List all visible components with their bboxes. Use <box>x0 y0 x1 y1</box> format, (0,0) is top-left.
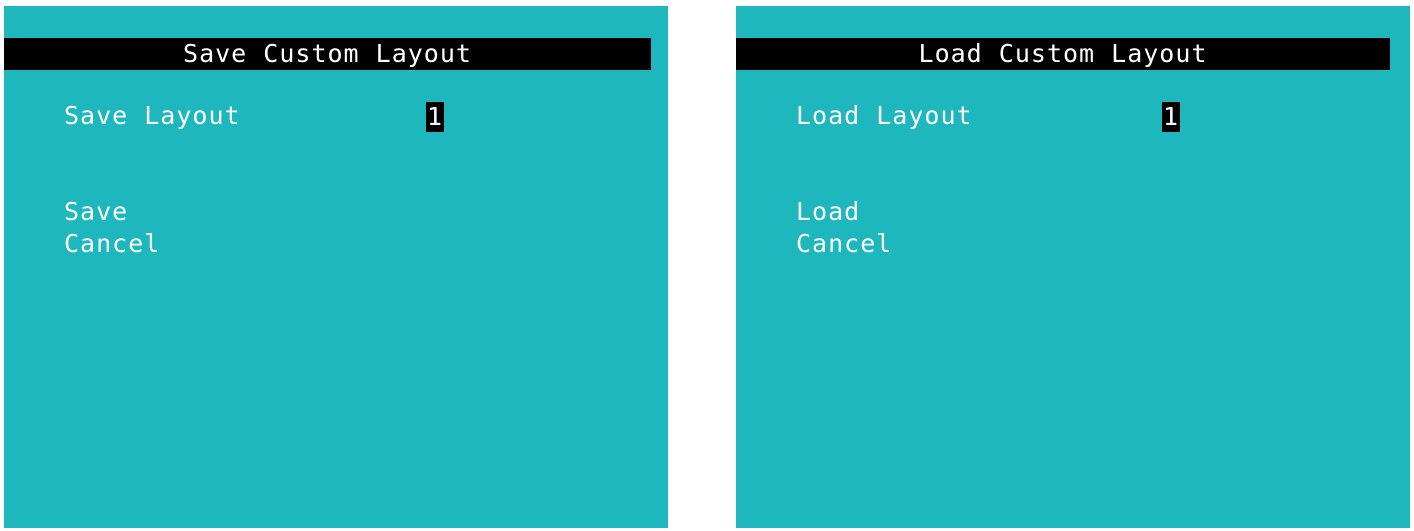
save-screen-title: Save Custom Layout <box>4 38 651 70</box>
load-custom-layout-screen: Load Custom Layout Load Layout 1 Load Ca… <box>736 6 1410 528</box>
save-layout-label: Save Layout <box>64 101 241 130</box>
load-screen-title: Load Custom Layout <box>736 38 1390 70</box>
load-layout-number-field[interactable]: 1 <box>1162 102 1181 132</box>
load-menu-item[interactable]: Load <box>796 196 860 228</box>
save-menu-item[interactable]: Save <box>64 196 128 228</box>
save-layout-number-field[interactable]: 1 <box>426 102 445 132</box>
save-cancel-menu-item[interactable]: Cancel <box>64 228 160 260</box>
save-custom-layout-screen: Save Custom Layout Save Layout 1 Save Ca… <box>4 6 668 528</box>
load-cancel-menu-item[interactable]: Cancel <box>796 228 892 260</box>
load-layout-label: Load Layout <box>796 101 973 130</box>
